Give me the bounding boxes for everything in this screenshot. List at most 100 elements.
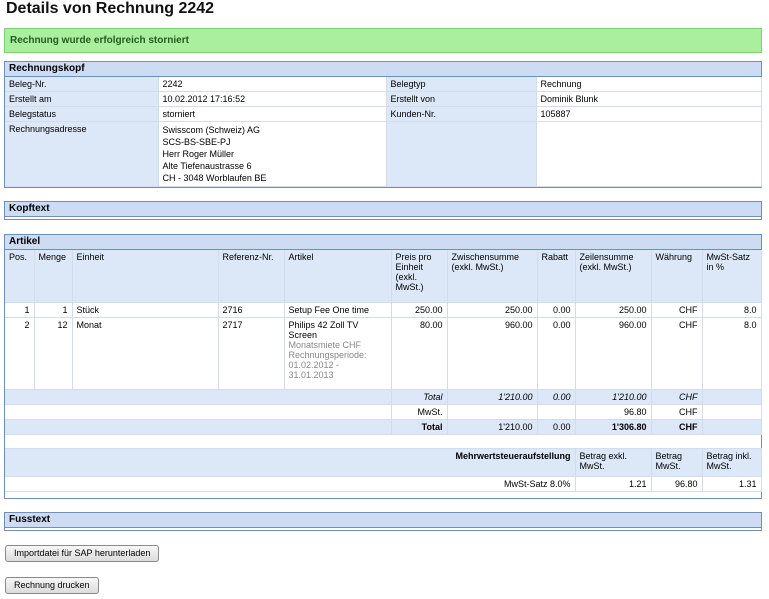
col-header: Rabatt — [537, 250, 576, 303]
subtotal-zeilen: 1'210.00 — [575, 389, 652, 405]
subtotal-label: Total — [391, 389, 448, 405]
vat-exkl: 1.21 — [575, 476, 652, 492]
col-header: Preis pro Einheit (exkl. MwSt.) — [391, 250, 448, 303]
grand-total-zwischen: 1'210.00 — [447, 419, 538, 435]
field-value: 2242 — [158, 77, 387, 92]
grand-total-label: Total — [391, 419, 448, 435]
col-header: Menge — [34, 250, 73, 303]
cell-einheit: Monat — [72, 317, 219, 390]
fusstext-panel: Fusstext — [4, 512, 762, 531]
print-invoice-button[interactable]: Rechnung drucken — [5, 577, 99, 594]
table-row: 1 1 Stück 2716 Setup Fee One time 250.00… — [5, 302, 762, 318]
address-line: SCS-BS-SBE-PJ — [162, 137, 231, 147]
col-header: Betrag MwSt. — [651, 448, 703, 477]
address-line: Alte Tiefenaustrasse 6 — [162, 161, 252, 171]
col-header: Referenz-Nr. — [218, 250, 285, 303]
download-sap-button[interactable]: Importdatei für SAP herunterladen — [5, 545, 160, 562]
vat-summary-header: Mehrwertsteueraufstellung Betrag exkl. M… — [5, 448, 762, 477]
cell-pos: 2 — [5, 317, 35, 390]
cell-preis: 250.00 — [391, 302, 448, 318]
grand-total-rabatt: 0.00 — [537, 419, 576, 435]
success-message: Rechnung wurde erfolgreich storniert — [4, 28, 762, 53]
header-row: Belegstatus storniert Kunden-Nr. 105887 — [5, 106, 762, 122]
kopftext-title: Kopftext — [5, 202, 761, 217]
col-header: Betrag inkl. MwSt. — [702, 448, 762, 477]
article-name: Philips 42 Zoll TV Screen — [288, 319, 359, 340]
vat-summary-title: Mehrwertsteueraufstellung — [5, 448, 576, 477]
cell-artikel: Philips 42 Zoll TV Screen Monatsmiete CH… — [284, 317, 392, 390]
field-label: Rechnungsadresse — [5, 121, 159, 187]
vat-waehrung: CHF — [651, 404, 703, 420]
vat-row: MwSt. 96.80 CHF — [5, 404, 762, 420]
invoice-header-title: Rechnungskopf — [5, 62, 761, 77]
cell-zeilen: 960.00 — [575, 317, 652, 390]
cell-pos: 1 — [5, 302, 35, 318]
field-value: Dominik Blunk — [536, 91, 762, 107]
vat-mwst: 96.80 — [651, 476, 703, 492]
cell-mwst: 8.0 — [702, 317, 762, 390]
header-row: Beleg-Nr. 2242 Belegtyp Rechnung — [5, 77, 762, 92]
field-label: Belegtyp — [386, 77, 537, 92]
fusstext-title: Fusstext — [5, 513, 761, 528]
cell-zwischen: 250.00 — [447, 302, 538, 318]
vat-summary-row: MwSt-Satz 8.0% 1.21 96.80 1.31 — [5, 476, 762, 492]
cell-ref: 2717 — [218, 317, 285, 390]
col-header: Währung — [651, 250, 703, 303]
subtotal-zwischen: 1'210.00 — [447, 389, 538, 405]
address-line: CH - 3048 Worblaufen BE — [162, 173, 267, 183]
field-value: storniert — [158, 106, 387, 122]
field-label: Belegstatus — [5, 106, 159, 122]
cell-zeilen: 250.00 — [575, 302, 652, 318]
subtotal-rabatt: 0.00 — [537, 389, 576, 405]
field-label: Kunden-Nr. — [386, 106, 537, 122]
cell-menge: 1 — [34, 302, 73, 318]
cell-rabatt: 0.00 — [537, 317, 576, 390]
vat-amount: 96.80 — [575, 404, 652, 420]
cell-rabatt: 0.00 — [537, 302, 576, 318]
header-row: Rechnungsadresse Swisscom (Schweiz) AG S… — [5, 121, 762, 187]
col-header: Einheit — [72, 250, 219, 303]
table-header-row: Pos. Menge Einheit Referenz-Nr. Artikel … — [5, 250, 762, 303]
vat-inkl: 1.31 — [702, 476, 762, 492]
spacer-row — [5, 434, 761, 449]
cell-einheit: Stück — [72, 302, 219, 318]
field-label: Beleg-Nr. — [5, 77, 159, 92]
field-label: Erstellt am — [5, 91, 159, 107]
table-row: 2 12 Monat 2717 Philips 42 Zoll TV Scree… — [5, 317, 762, 390]
field-value-empty — [536, 121, 762, 187]
field-value: 10.02.2012 17:16:52 — [158, 91, 387, 107]
cell-zwischen: 960.00 — [447, 317, 538, 390]
col-header: Betrag exkl. MwSt. — [575, 448, 652, 477]
address-line: Herr Roger Müller — [162, 149, 235, 159]
cell-artikel: Setup Fee One time — [284, 302, 392, 318]
articles-panel: Artikel Pos. Menge Einheit Referenz-Nr. … — [4, 234, 762, 499]
billing-address: Swisscom (Schweiz) AG SCS-BS-SBE-PJ Herr… — [158, 121, 387, 187]
field-label-empty — [386, 121, 537, 187]
col-header: Pos. — [5, 250, 35, 303]
field-label: Erstellt von — [386, 91, 537, 107]
cell-preis: 80.00 — [391, 317, 448, 390]
field-value: Rechnung — [536, 77, 762, 92]
vat-label: MwSt. — [391, 404, 448, 420]
articles-title: Artikel — [5, 235, 761, 250]
page-title: Details von Rechnung 2242 — [6, 0, 215, 17]
cell-ref: 2716 — [218, 302, 285, 318]
col-header: Zwischensumme (exkl. MwSt.) — [447, 250, 538, 303]
cell-menge: 12 — [34, 317, 73, 390]
grand-total-zeilen: 1'306.80 — [575, 419, 652, 435]
field-value: 105887 — [536, 106, 762, 122]
address-line: Swisscom (Schweiz) AG — [162, 125, 261, 135]
articles-table: Pos. Menge Einheit Referenz-Nr. Artikel … — [5, 250, 762, 492]
cell-waehrung: CHF — [651, 302, 703, 318]
invoice-header-panel: Rechnungskopf Beleg-Nr. 2242 Belegtyp Re… — [4, 61, 762, 188]
vat-rate-label: MwSt-Satz 8.0% — [5, 476, 576, 492]
subtotal-waehrung: CHF — [651, 389, 703, 405]
col-header: Zeilensumme (exkl. MwSt.) — [575, 250, 652, 303]
col-header: MwSt-Satz in % — [702, 250, 762, 303]
subtotal-row: Total 1'210.00 0.00 1'210.00 CHF — [5, 389, 762, 405]
cell-waehrung: CHF — [651, 317, 703, 390]
grand-total-waehrung: CHF — [651, 419, 703, 435]
header-row: Erstellt am 10.02.2012 17:16:52 Erstellt… — [5, 91, 762, 107]
col-header: Artikel — [284, 250, 392, 303]
cell-mwst: 8.0 — [702, 302, 762, 318]
